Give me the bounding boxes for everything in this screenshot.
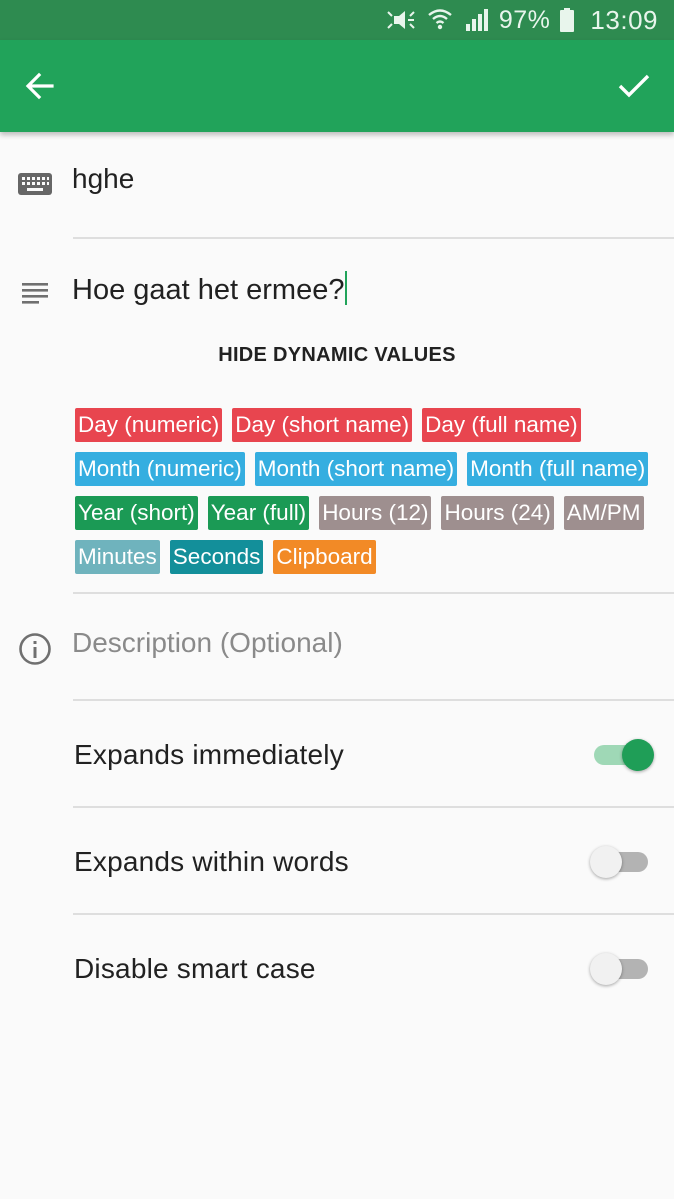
dynamic-value-chip[interactable]: Seconds (169, 540, 264, 574)
text-cursor (345, 271, 348, 305)
option-label: Disable smart case (74, 953, 316, 984)
dynamic-value-chip[interactable]: Month (short name) (254, 452, 458, 486)
mute-icon (385, 7, 417, 33)
phrase-text: Hoe gaat het ermee? (72, 274, 345, 306)
keyboard-icon (18, 167, 52, 201)
dynamic-value-chip[interactable]: Hours (24) (441, 496, 554, 530)
dynamic-value-chip[interactable]: Year (full) (207, 496, 310, 530)
save-button[interactable] (614, 66, 654, 106)
dynamic-value-chip[interactable]: Year (short) (75, 496, 198, 530)
option-row-expands-immediately[interactable]: Expands immediately (0, 702, 674, 808)
hide-dynamic-values-button[interactable]: HIDE DYNAMIC VALUES (0, 344, 674, 367)
dynamic-value-chip[interactable]: Month (numeric) (75, 452, 245, 486)
dynamic-value-chip[interactable]: Clipboard (273, 540, 376, 574)
battery-icon (560, 7, 575, 33)
dynamic-value-chip[interactable]: Month (full name) (467, 452, 649, 486)
dynamic-value-chip[interactable]: Day (short name) (232, 408, 413, 442)
dynamic-value-chip[interactable]: Hours (12) (319, 496, 432, 530)
dynamic-value-chip[interactable]: AM/PM (563, 496, 644, 530)
status-bar: 97% 13:09 (0, 0, 674, 40)
option-label: Expands immediately (74, 739, 344, 770)
disable-smart-case-switch[interactable] (590, 952, 652, 986)
divider (73, 592, 674, 594)
switch-thumb (622, 739, 654, 771)
description-input[interactable]: Description (Optional) (72, 627, 343, 659)
wifi-icon (427, 7, 453, 33)
switch-thumb (590, 846, 622, 878)
divider (73, 237, 674, 239)
app-bar (0, 40, 674, 132)
divider (73, 806, 674, 808)
dynamic-value-chip[interactable]: Minutes (75, 540, 160, 574)
text-lines-icon (18, 275, 52, 309)
expands-immediately-switch[interactable] (592, 738, 654, 772)
dynamic-values-chips: Day (numeric) Day (short name) Day (full n… (75, 408, 669, 574)
arrow-back-icon (25, 72, 54, 100)
abbreviation-input[interactable]: hghe (72, 163, 134, 195)
back-button[interactable] (20, 66, 60, 106)
info-icon (18, 632, 52, 666)
divider (73, 913, 674, 915)
status-icons: 97% 13:09 (385, 0, 658, 40)
option-row-disable-smart-case[interactable]: Disable smart case (0, 916, 674, 1022)
clock-time: 13:09 (590, 4, 658, 35)
divider (73, 699, 674, 701)
option-label: Expands within words (74, 846, 349, 877)
battery-percent: 97% (498, 5, 551, 34)
expands-within-words-switch[interactable] (590, 845, 652, 879)
dynamic-value-chip[interactable]: Day (full name) (422, 408, 581, 442)
switch-thumb (590, 953, 622, 985)
check-icon (618, 74, 650, 98)
phrase-input[interactable]: Hoe gaat het ermee? (72, 271, 348, 307)
option-row-expands-within-words[interactable]: Expands within words (0, 809, 674, 915)
signal-icon (463, 7, 489, 33)
dynamic-value-chip[interactable]: Day (numeric) (75, 408, 223, 442)
